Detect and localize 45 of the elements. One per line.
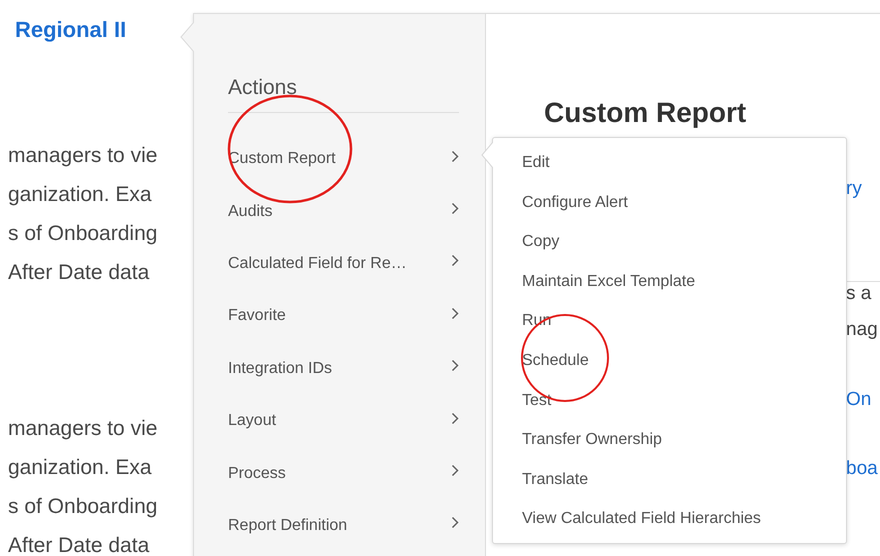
chevron-right-icon xyxy=(451,202,459,216)
menu-item[interactable]: Process xyxy=(228,451,459,504)
paragraph-line: ganization. Exa xyxy=(8,455,152,481)
menu-item[interactable]: Audits xyxy=(228,189,459,242)
paragraph-line: After Date data xyxy=(8,533,150,556)
menu-item[interactable]: Report Definition xyxy=(228,504,459,556)
paragraph-line: ganization. Exa xyxy=(8,182,152,208)
chevron-right-icon xyxy=(451,359,459,372)
menu-item-label: Process xyxy=(228,464,286,483)
paragraph-line: After Date data xyxy=(8,260,150,286)
chevron-right-icon xyxy=(451,412,459,425)
paragraph-line: s of Onboarding xyxy=(8,221,158,247)
menu-item-label: Layout xyxy=(228,412,276,430)
submenu-item[interactable]: Copy xyxy=(493,222,846,262)
menu-item-label: Report Definition xyxy=(228,516,348,535)
menu-item[interactable]: Integration IDs xyxy=(228,346,459,399)
panel-title: Custom Report xyxy=(544,97,748,129)
link[interactable]: On xyxy=(846,388,872,412)
chevron-right-icon xyxy=(451,254,459,268)
menu-item-label: Integration IDs xyxy=(228,360,332,378)
submenu-item[interactable]: Edit xyxy=(493,143,846,183)
link[interactable]: ry xyxy=(846,177,862,201)
submenu-item[interactable]: Schedule xyxy=(493,340,846,381)
menu-heading: Actions xyxy=(228,75,298,101)
chevron-right-icon xyxy=(451,516,459,530)
paragraph-line: s of Onboarding xyxy=(8,494,158,520)
menu-item[interactable]: Calculated Field for Re… xyxy=(228,242,459,294)
paragraph-line: managers to vie xyxy=(8,416,158,442)
submenu-item[interactable]: Transfer Ownership xyxy=(493,420,846,460)
chevron-right-icon xyxy=(451,150,459,163)
submenu-item[interactable]: View Calculated Field Hierarchies xyxy=(493,499,846,539)
menu-item-label: Favorite xyxy=(228,307,286,326)
chevron-right-icon xyxy=(451,464,459,478)
menu-item[interactable]: Favorite xyxy=(228,294,459,347)
paragraph-line: managers to vie xyxy=(8,143,158,169)
text-fragment: nag xyxy=(846,318,878,342)
submenu-item[interactable]: Test xyxy=(493,380,846,420)
submenu-item[interactable]: Translate xyxy=(493,460,846,500)
submenu-item[interactable]: Maintain Excel Template xyxy=(493,262,846,302)
menu-item[interactable]: Layout xyxy=(228,398,459,452)
link[interactable]: boa xyxy=(846,457,878,481)
submenu-item[interactable]: Configure Alert xyxy=(493,182,846,222)
menu-item-label: Calculated Field for Re… xyxy=(228,254,407,273)
chevron-right-icon xyxy=(451,306,459,320)
menu-item-label: Audits xyxy=(228,202,272,221)
